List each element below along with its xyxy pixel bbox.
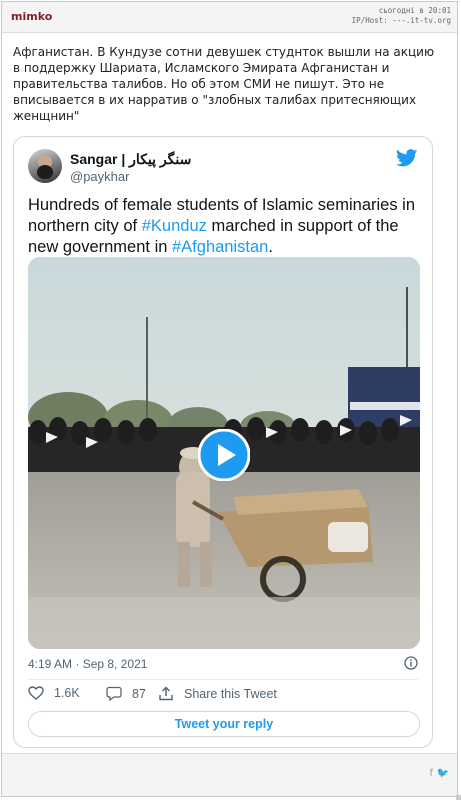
forum-post: mimko сьогодні в 20:01 IP/Host: ---.it-t… — [1, 1, 458, 797]
tweet-author-name[interactable]: Sangar | سنگر پیکار — [70, 151, 191, 168]
avatar[interactable] — [28, 149, 62, 183]
share-label: Share this Tweet — [184, 686, 277, 701]
avatar-beard — [37, 165, 53, 179]
info-icon[interactable] — [404, 656, 418, 670]
tweet-video[interactable] — [28, 257, 420, 649]
like-count: 1.6K — [54, 686, 80, 700]
tweet-actions: 1.6K 87 Share this Tweet — [28, 686, 408, 704]
reply-count: 87 — [132, 686, 146, 701]
twitter-icon[interactable]: 🐦 — [437, 768, 449, 779]
reply-action[interactable]: 87 — [106, 686, 146, 701]
tweet-your-reply-button[interactable]: Tweet your reply — [28, 711, 420, 737]
facebook-icon[interactable]: f — [429, 768, 433, 779]
post-footer: f 🐦 — [2, 753, 457, 796]
post-meta: сьогодні в 20:01 IP/Host: ---.it-tv.org — [352, 6, 451, 26]
hashtag-afghanistan[interactable]: #Afghanistan — [172, 238, 268, 256]
post-author[interactable]: mimko — [11, 10, 52, 23]
resize-corner — [456, 795, 461, 800]
tweet-timestamp[interactable]: 4:19 AM · Sep 8, 2021 — [28, 657, 147, 671]
post-ip-host: IP/Host: ---.it-tv.org — [351, 16, 451, 25]
heart-icon — [28, 686, 44, 700]
hashtag-kunduz[interactable]: #Kunduz — [142, 217, 207, 235]
tweet-text: Hundreds of female students of Islamic s… — [28, 195, 418, 258]
like-action[interactable]: 1.6K — [28, 686, 80, 700]
tweet-author-handle[interactable]: @paykhar — [70, 169, 129, 184]
post-body-text: Афганистан. В Кундузе сотни девушек студ… — [13, 45, 435, 123]
tweet-text-part: . — [268, 238, 273, 256]
share-icon — [159, 686, 173, 701]
embedded-tweet[interactable]: Sangar | سنگر پیکار @paykhar Hundreds of… — [13, 136, 433, 748]
post-timestamp: сьогодні в 20:01 — [378, 6, 451, 15]
comment-icon — [106, 686, 122, 701]
play-icon — [197, 428, 251, 482]
tweet-divider — [28, 679, 418, 680]
post-header: mimko сьогодні в 20:01 IP/Host: ---.it-t… — [2, 2, 457, 33]
share-action[interactable]: Share this Tweet — [158, 686, 277, 701]
twitter-bird-icon[interactable] — [396, 149, 418, 167]
play-button[interactable] — [197, 428, 251, 482]
